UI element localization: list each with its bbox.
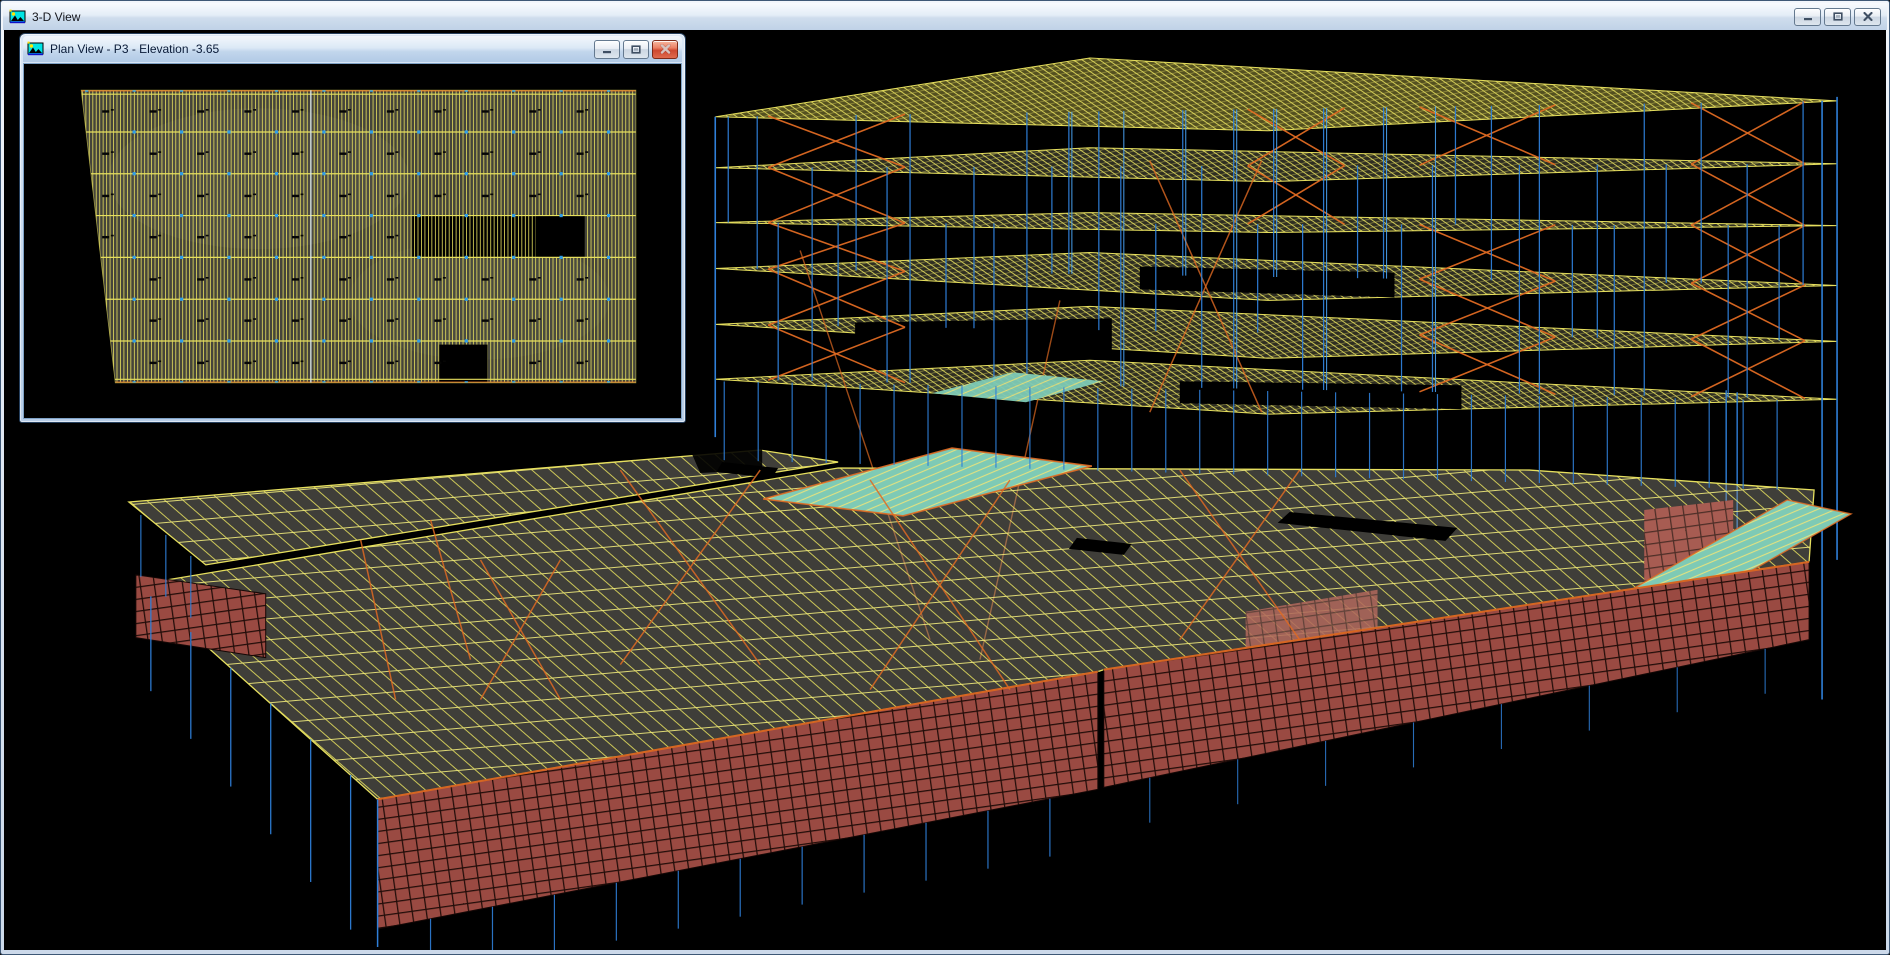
close-icon (660, 44, 671, 54)
plan-close-button[interactable] (652, 40, 678, 59)
plan-view-viewport[interactable] (24, 64, 681, 418)
3d-view-client-area: Plan View - P3 - Elevation -3.65 (4, 30, 1886, 950)
plan-view-client-area (23, 63, 682, 419)
minimize-icon (1803, 12, 1813, 21)
minimize-button[interactable] (1794, 8, 1821, 26)
plan-window-controls (594, 40, 678, 59)
plan-view-title: Plan View - P3 - Elevation -3.65 (50, 42, 219, 56)
restore-icon (1833, 12, 1843, 21)
plan-view-window[interactable]: Plan View - P3 - Elevation -3.65 (19, 33, 686, 423)
restore-button[interactable] (1824, 8, 1851, 26)
main-window-controls (1794, 8, 1881, 26)
plan-minimize-button[interactable] (594, 40, 620, 59)
main-titlebar[interactable]: 3-D View (3, 3, 1887, 30)
plan-view-titlebar[interactable]: Plan View - P3 - Elevation -3.65 (23, 36, 682, 62)
main-window: 3-D View (0, 0, 1890, 955)
plan-view-window-icon (27, 41, 44, 57)
screenshot-stage: 3-D View (0, 0, 1890, 955)
restore-icon (631, 45, 641, 54)
minimize-icon (602, 45, 612, 54)
main-window-title: 3-D View (32, 10, 80, 24)
plan-restore-button[interactable] (623, 40, 649, 59)
view-3d-window-icon (9, 9, 26, 25)
close-button[interactable] (1854, 8, 1881, 26)
close-icon (1863, 12, 1873, 21)
